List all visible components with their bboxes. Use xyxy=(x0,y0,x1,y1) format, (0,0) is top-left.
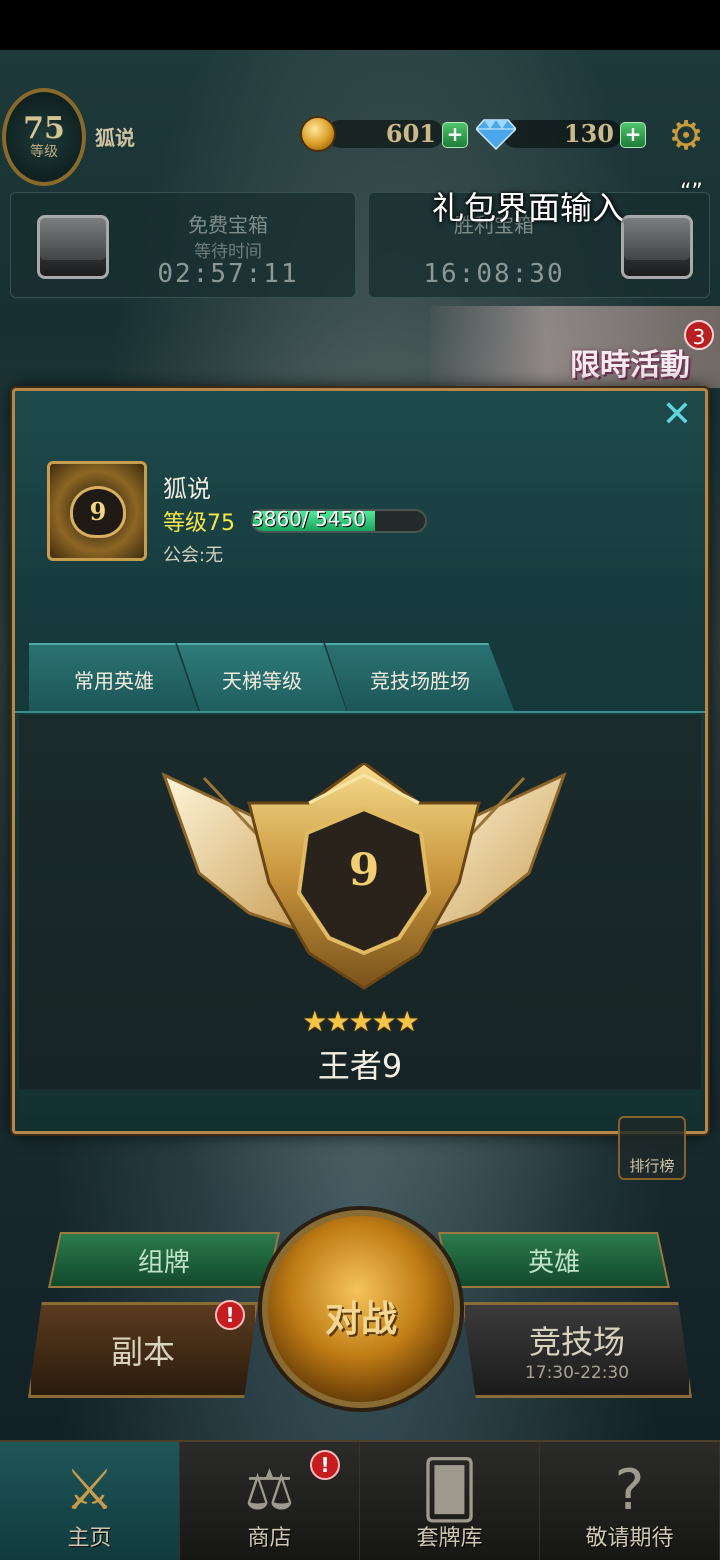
nav-home-label: 主页 xyxy=(67,1526,112,1551)
nav-home[interactable]: ⚔ 主页 xyxy=(0,1442,180,1560)
rank-stars: ★★★★★ xyxy=(302,1005,420,1038)
tab-common-heroes[interactable]: 常用英雄 xyxy=(29,643,199,713)
gold-value: 601 xyxy=(385,119,436,148)
player-level-badge[interactable]: 75 等级 xyxy=(2,88,86,186)
dungeon-alert-badge: ! xyxy=(215,1300,245,1330)
bottom-navigation: ⚔ 主页 ⚖ 商店 🂠 套牌库 ? 敬请期待 xyxy=(0,1440,720,1560)
settings-gear-icon[interactable]: ⚙ xyxy=(664,114,708,158)
deck-build-button[interactable]: 组牌 xyxy=(48,1232,280,1288)
heroes-label: 英雄 xyxy=(527,1247,580,1278)
event-count-badge: 3 xyxy=(684,320,714,350)
shop-alert-badge: ! xyxy=(310,1450,340,1480)
profile-level-text: 等级75 xyxy=(163,511,235,536)
arena-button[interactable]: 竞技场 17:30-22:30 xyxy=(462,1302,692,1398)
player-name: 狐说 xyxy=(95,126,135,150)
gold-coin-icon xyxy=(300,116,336,152)
limited-event-banner[interactable]: 限時活動 3 xyxy=(430,306,720,388)
add-gems-button[interactable]: + xyxy=(620,122,646,148)
question-icon: ? xyxy=(614,1458,645,1523)
overlay-caption: 礼包界面输入 xyxy=(432,189,625,227)
victory-chest-timer: 16:08:30 xyxy=(423,259,565,289)
nav-deck-library[interactable]: 🂠 套牌库 xyxy=(360,1442,540,1560)
overlay-quote-marks: “” xyxy=(680,180,703,205)
free-chest-panel[interactable]: 免费宝箱 等待时间 02:57:11 xyxy=(10,192,356,298)
arena-label: 竞技场 xyxy=(528,1323,625,1361)
xp-progress-text: 3860/ 5450 xyxy=(251,507,366,531)
close-icon[interactable]: ✕ xyxy=(659,397,695,433)
guild-text: 公会:无 xyxy=(163,545,224,566)
scales-icon: ⚖ xyxy=(244,1458,295,1523)
free-chest-title: 免费宝箱 xyxy=(188,213,268,237)
profile-tabs: 常用英雄 竞技场胜场 天梯等级 xyxy=(15,643,705,713)
rank-name: 王者9 xyxy=(317,1047,403,1085)
leaderboard-label: 排行榜 xyxy=(629,1157,675,1175)
dungeon-label: 副本 xyxy=(110,1333,175,1371)
nav-shop-label: 商店 xyxy=(247,1526,292,1551)
avatar-rank-number: 9 xyxy=(70,486,126,538)
status-bar xyxy=(0,0,720,50)
profile-player-name: 狐说 xyxy=(163,475,211,503)
tab-arena-wins[interactable]: 竞技场胜场 xyxy=(325,643,515,713)
cards-icon: 🂠 xyxy=(420,1458,479,1523)
crossed-swords-icon: ⚔ xyxy=(64,1458,115,1523)
gem-value: 130 xyxy=(563,119,614,148)
battle-label: 对战 xyxy=(324,1298,397,1340)
avatar: 9 xyxy=(47,461,147,561)
tab-ladder-rank[interactable]: 天梯等级 xyxy=(177,643,347,713)
tab-divider xyxy=(15,711,705,713)
rank-emblem-number: 9 xyxy=(348,845,380,896)
nav-coming-soon-label: 敬请期待 xyxy=(585,1526,674,1551)
player-level-label: 等级 xyxy=(30,144,58,160)
battle-button[interactable]: 对战 xyxy=(262,1210,460,1408)
player-profile-modal: ✕ 9 狐说 等级75 3860/ 5450 公会:无 常用英雄 竞技场胜场 天… xyxy=(12,388,708,1134)
add-gold-button[interactable]: + xyxy=(442,122,468,148)
gold-counter: 601 + xyxy=(300,116,468,152)
free-chest-timer: 02:57:11 xyxy=(157,259,299,289)
limited-event-label: 限時活動 xyxy=(570,348,690,383)
ladder-rank-panel: 9 ★★★★★ 王者9 xyxy=(19,715,701,1089)
heroes-button[interactable]: 英雄 xyxy=(438,1232,670,1288)
arena-schedule: 17:30-22:30 xyxy=(524,1363,630,1383)
player-level-number: 75 xyxy=(23,111,65,146)
diamond-icon xyxy=(476,119,516,150)
modal-footer xyxy=(19,1091,701,1127)
nav-deck-library-label: 套牌库 xyxy=(416,1526,483,1551)
gem-counter: 130 + xyxy=(476,116,646,152)
leaderboard-button[interactable]: 排行榜 xyxy=(618,1116,686,1180)
nav-coming-soon[interactable]: ? 敬请期待 xyxy=(540,1442,720,1560)
deck-build-label: 组牌 xyxy=(137,1247,190,1278)
